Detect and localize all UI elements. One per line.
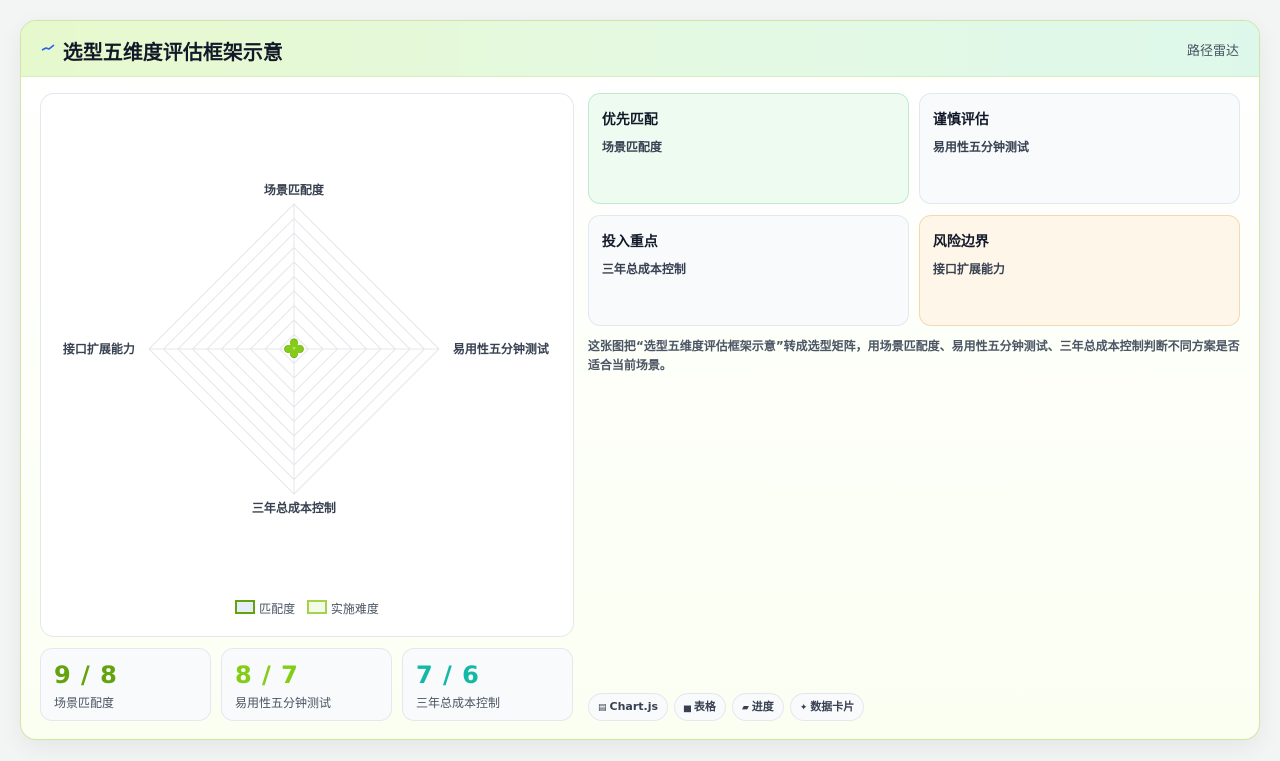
tag-chartjs[interactable]: ▤ Chart.js bbox=[588, 693, 669, 721]
activity-icon bbox=[41, 44, 55, 51]
radar-point bbox=[284, 345, 293, 353]
chart-legend: 匹配度 实施难度 bbox=[41, 600, 573, 617]
card-title: 风险边界 bbox=[933, 234, 989, 250]
card-subtitle: 场景匹配度 bbox=[602, 140, 663, 154]
radar-axis-label: 场景匹配度 bbox=[264, 182, 325, 197]
stat-label: 三年总成本控制 bbox=[416, 696, 501, 710]
stat-value: 9 / 8 bbox=[54, 661, 118, 689]
radar-axis-label: 接口扩展能力 bbox=[63, 341, 135, 356]
data-card-icon: ✦ bbox=[799, 703, 808, 713]
card-subtitle: 三年总成本控制 bbox=[602, 262, 687, 276]
card-subtitle: 接口扩展能力 bbox=[933, 262, 1006, 276]
legend-item-series-2[interactable]: 实施难度 bbox=[306, 600, 379, 617]
stat-card-1: 9 / 8 场景匹配度 bbox=[40, 648, 211, 721]
tag-table[interactable]: ▅ 表格 bbox=[674, 693, 726, 721]
header-bar: 选型五维度评估框架示意 路径雷达 bbox=[21, 21, 1259, 77]
stat-label: 场景匹配度 bbox=[54, 696, 115, 710]
legend-item-series-1[interactable]: 匹配度 bbox=[235, 600, 295, 617]
card-careful-evaluation[interactable]: 谨慎评估 易用性五分钟测试 bbox=[919, 93, 1240, 204]
table-icon: ▅ bbox=[684, 703, 691, 713]
stat-value: 7 / 6 bbox=[416, 661, 480, 689]
tag-list: ▤ Chart.js ▅ 表格 ▰ 进度 ✦ 数据卡片 bbox=[588, 693, 870, 721]
radar-chart: 场景匹配度易用性五分钟测试三年总成本控制 接口扩展能力 bbox=[63, 182, 549, 515]
card-title: 优先匹配 bbox=[602, 112, 658, 128]
card-title: 谨慎评估 bbox=[933, 112, 989, 128]
card-investment-focus[interactable]: 投入重点 三年总成本控制 bbox=[588, 215, 909, 326]
chart-icon: ▤ bbox=[598, 703, 607, 713]
description-text: 这张图把“选型五维度评估框架示意”转成选型矩阵，用场景匹配度、易用性五分钟测试、… bbox=[588, 339, 1240, 372]
progress-icon: ▰ bbox=[741, 703, 749, 713]
card-subtitle: 易用性五分钟测试 bbox=[933, 140, 1030, 154]
card-title: 投入重点 bbox=[602, 234, 658, 250]
radar-chart-panel: 场景匹配度易用性五分钟测试三年总成本控制 接口扩展能力 匹配度 实施难度 bbox=[40, 93, 574, 637]
stat-card-2: 8 / 7 易用性五分钟测试 bbox=[221, 648, 392, 721]
path-radar-link[interactable]: 路径雷达 bbox=[1187, 40, 1239, 59]
radar-axis-label: 三年总成本控制 bbox=[252, 500, 336, 515]
dashboard-frame: 选型五维度评估框架示意 路径雷达 场景匹配度 易用性五分钟测试 三年总成本控制 接口扩… bbox=[20, 20, 1260, 740]
tag-progress[interactable]: ▰ 进度 bbox=[731, 693, 784, 721]
stat-card-3: 7 / 6 三年总成本控制 bbox=[402, 648, 573, 721]
radar-axis-label: 易用性五分钟测试 bbox=[453, 341, 549, 356]
card-risk-boundary[interactable]: 风险边界 接口扩展能力 bbox=[919, 215, 1240, 326]
card-priority-match[interactable]: 优先匹配 场景匹配度 bbox=[588, 93, 909, 204]
stat-value: 8 / 7 bbox=[235, 661, 299, 689]
stat-label: 易用性五分钟测试 bbox=[235, 696, 332, 710]
tag-data-card[interactable]: ✦ 数据卡片 bbox=[789, 693, 865, 721]
page-title: 选型五维度评估框架示意 bbox=[63, 40, 283, 64]
